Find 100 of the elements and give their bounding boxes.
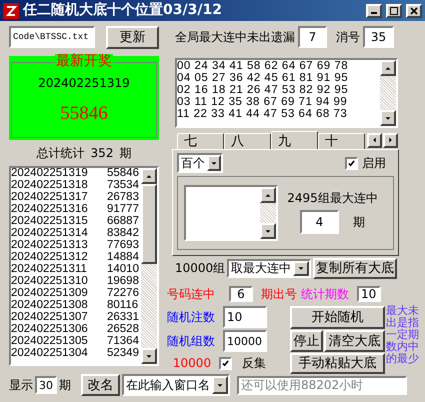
scrollbar[interactable] — [141, 168, 157, 364]
number-text: 72276 — [107, 288, 139, 300]
paste-button[interactable]: 手动粘贴大底 — [290, 353, 385, 374]
number-text: 66887 — [107, 216, 139, 228]
checkbox[interactable] — [219, 356, 232, 370]
count: 352 — [90, 147, 114, 159]
period-text: 202402251312 — [11, 252, 89, 264]
label: 期出号 — [261, 288, 297, 300]
label: 显示 — [9, 379, 33, 391]
maximize-button[interactable] — [386, 4, 402, 18]
period-text: 202402251317 — [11, 192, 89, 204]
window-title: 任二随机大底十个位置03/3/12 — [23, 0, 223, 20]
streak-count-field[interactable]: 6 — [229, 286, 253, 302]
label: 全局最大连中未出遗漏 — [175, 31, 295, 43]
checkmark-icon — [222, 360, 229, 366]
number-group-text: 11 22 33 41 44 47 53 64 68 73 — [177, 108, 348, 120]
scroll-down-icon — [384, 116, 392, 120]
scroll-up-icon — [384, 66, 392, 70]
minimize-icon — [371, 12, 377, 14]
streak-field[interactable]: 4 — [300, 210, 339, 234]
random-groups-field[interactable]: 10000 — [223, 330, 267, 352]
label: 启用 — [362, 157, 386, 169]
checkbox[interactable] — [345, 156, 358, 170]
stats-period-field[interactable]: 10 — [357, 286, 381, 302]
period-text: 202402251306 — [11, 324, 89, 336]
number-groups-box[interactable]: 00 24 34 41 58 62 64 67 69 78 04 05 27 36 42 45 61 81 91 95 02 16 18 21 26 47 53 82 92 95 03 11 12 35 38 67 69 71 94 99 11 22 33 41 44 47 53 64 68 73 — [175, 58, 398, 128]
file-path-field[interactable]: Code\BTSSC.txt — [9, 26, 95, 48]
label: 期 — [353, 216, 365, 228]
number-text: 14010 — [107, 264, 139, 276]
close-icon — [410, 6, 418, 14]
show-count-field[interactable]: 30 — [35, 376, 57, 394]
period-text: 202402251313 — [11, 240, 89, 252]
label: 消号 — [336, 31, 360, 43]
mode-select[interactable]: 取最大连中 — [227, 258, 311, 278]
period-text: 202402251304 — [11, 348, 89, 360]
number-group-text: 02 16 18 21 26 47 53 82 92 95 — [177, 84, 350, 96]
clear-button[interactable]: 清空大底 — [324, 330, 385, 352]
label: 反集 — [242, 357, 266, 369]
number-text: 26331 — [107, 312, 139, 324]
position-select[interactable]: 百个 — [177, 153, 223, 173]
minimize-button[interactable] — [366, 4, 382, 18]
dropdown-icon — [210, 160, 218, 166]
number-text: 71364 — [107, 336, 139, 348]
number-text: 80116 — [107, 300, 138, 312]
label: 期 — [119, 147, 132, 159]
draw-number: 55846 — [60, 104, 108, 123]
tab-scroll-right-button[interactable] — [383, 132, 398, 148]
scroll-up-icon — [145, 174, 153, 178]
copy-button[interactable]: 复制所有大底 — [313, 258, 397, 278]
number-text: 26783 — [107, 192, 139, 204]
random-count-field[interactable]: 10 — [223, 306, 267, 328]
period-text: 202402251310 — [11, 276, 89, 288]
panel-title: 最新开奖 — [55, 54, 113, 68]
period-text: 202402251309 — [11, 288, 89, 300]
scrollbar[interactable] — [380, 60, 396, 126]
eliminate-field[interactable]: 35 — [363, 26, 394, 48]
period-text: 202402251311 — [11, 264, 88, 276]
stop-button[interactable]: 停止 — [290, 330, 323, 352]
refresh-button[interactable]: 更新 — [106, 26, 159, 48]
period-text: 202402251308 — [11, 300, 89, 312]
number-text: 26528 — [107, 324, 139, 336]
label: 随机组数 — [167, 335, 216, 347]
note-text: 最大未出是指一定期数内中的最少 — [386, 305, 419, 367]
period-text: 202402251305 — [11, 336, 89, 348]
period-text: 202402251318 — [11, 180, 89, 192]
checkmark-icon — [348, 160, 355, 166]
label: 2495组最大连中 — [287, 192, 378, 204]
period-text: 202402251316 — [11, 204, 89, 216]
scroll-down-icon — [145, 354, 153, 358]
label: 号码连中 — [167, 288, 216, 300]
tab-scroll-left-button[interactable] — [367, 132, 382, 148]
number-text: 52349 — [107, 348, 139, 360]
label: 10000组 — [175, 262, 225, 274]
maximize-icon — [390, 6, 398, 14]
label: 随机注数 — [167, 311, 216, 323]
draw-period: 202402251319 — [38, 77, 130, 89]
dropdown-icon — [297, 266, 305, 270]
app-icon — [3, 2, 19, 18]
period-text: 202402251307 — [11, 312, 89, 324]
scrollbar[interactable] — [260, 187, 276, 239]
scroll-up-icon — [264, 192, 272, 198]
number-text: 91777 — [107, 204, 139, 216]
left-arrow-icon — [372, 136, 377, 144]
close-button[interactable] — [406, 4, 422, 18]
label: 统计期数 — [301, 288, 349, 300]
number-text: 14884 — [107, 252, 139, 264]
list-box[interactable] — [184, 185, 278, 241]
number-group-text: 00 24 34 41 58 62 64 67 69 78 — [177, 60, 350, 72]
rename-button[interactable]: 改名 — [81, 374, 120, 396]
number-text: 55846 — [107, 168, 139, 180]
max-miss-field[interactable]: 7 — [298, 26, 327, 48]
number-text: 19698 — [107, 276, 139, 288]
tab[interactable]: 九 — [271, 131, 318, 150]
number-group-text: 03 11 12 35 38 67 69 71 94 99 — [177, 96, 348, 108]
tab[interactable]: 十 — [318, 133, 365, 149]
label: 期 — [59, 379, 71, 391]
start-random-button[interactable]: 开始随机 — [290, 306, 385, 329]
number-text: 73534 — [107, 180, 139, 192]
tab[interactable]: 七 — [177, 133, 224, 149]
window-name-select[interactable]: 在此输入窗口名 — [122, 374, 230, 396]
